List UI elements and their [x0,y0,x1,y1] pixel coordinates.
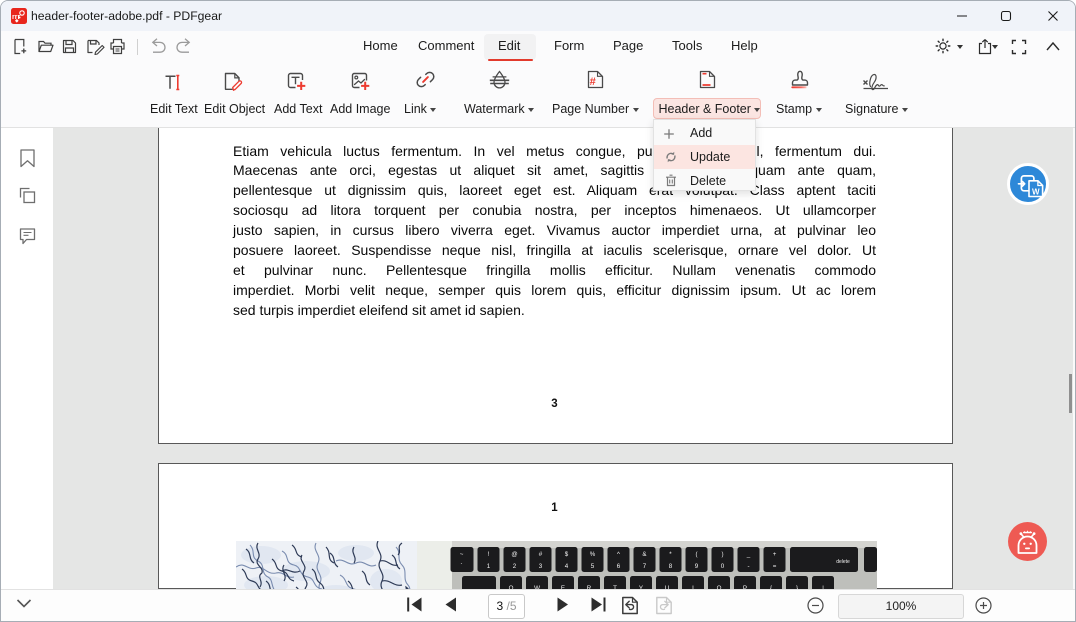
svg-text:^: ^ [617,551,620,558]
svg-text:6: 6 [617,563,621,570]
svg-text:1: 1 [487,563,491,570]
svg-text:_: _ [746,551,751,558]
svg-text:8: 8 [669,563,673,570]
svg-text:0: 0 [721,563,725,570]
svg-text:): ) [721,551,723,558]
svg-text:=: = [773,563,777,570]
svg-text:W: W [1032,187,1040,196]
svg-text:5: 5 [591,563,595,570]
svg-text:-: - [747,563,749,570]
svg-text:`: ` [460,563,462,570]
svg-text:!: ! [488,551,490,558]
svg-text:~: ~ [460,551,464,558]
svg-text:$: $ [565,551,569,558]
svg-text:3: 3 [539,563,543,570]
svg-text:9: 9 [695,563,699,570]
svg-text:#: # [539,551,543,558]
svg-text:2: 2 [513,563,517,570]
svg-text:%: % [590,551,596,558]
svg-text:7: 7 [643,563,647,570]
svg-text:+: + [773,551,777,558]
svg-text:#: # [589,76,595,88]
svg-text:@: @ [511,551,517,558]
svg-text:4: 4 [565,563,569,570]
svg-text:delete: delete [836,559,850,565]
